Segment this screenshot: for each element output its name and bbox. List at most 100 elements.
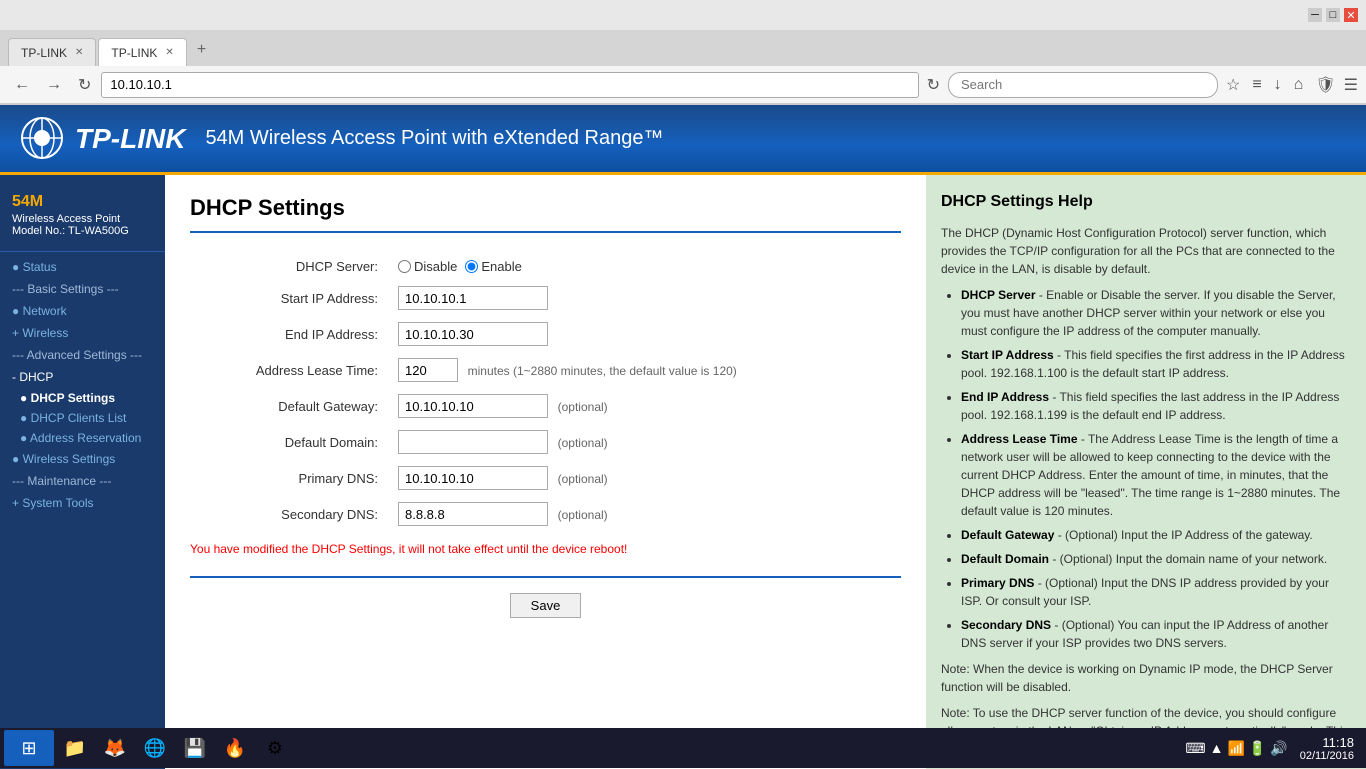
- sidebar-link-dhcp-settings[interactable]: ● DHCP Settings: [20, 391, 115, 405]
- sidebar-link-wireless-settings[interactable]: ● Wireless Settings: [12, 452, 115, 466]
- system-clock[interactable]: 11:18 02/11/2016: [1292, 735, 1362, 762]
- dhcp-enable-text: Enable: [481, 259, 521, 274]
- dhcp-disable-radio[interactable]: [398, 260, 411, 273]
- nav-bar: ← → ↻ ↻ ☆ ≡ ↓ ⌂ 🛡 ☰: [0, 66, 1366, 104]
- address-bar[interactable]: [101, 72, 918, 98]
- warning-message: You have modified the DHCP Settings, it …: [190, 542, 901, 556]
- window-controls: ─ □ ✕: [1308, 8, 1358, 22]
- firefox2-icon: 🔥: [224, 738, 246, 759]
- help-item-4: Default Gateway - (Optional) Input the I…: [961, 526, 1351, 544]
- help-intro: The DHCP (Dynamic Host Configuration Pro…: [941, 224, 1351, 278]
- bookmark-icon[interactable]: ☆: [1222, 73, 1244, 97]
- dhcp-enable-label[interactable]: Enable: [465, 259, 521, 274]
- help-item-1: Start IP Address - This field specifies …: [961, 346, 1351, 382]
- start-ip-field: [390, 280, 890, 316]
- domain-input[interactable]: [398, 430, 548, 454]
- primary-dns-field: (optional): [390, 460, 890, 496]
- dhcp-server-label: DHCP Server:: [190, 253, 390, 280]
- sidebar-sub-dhcp-clients[interactable]: ● DHCP Clients List: [0, 408, 165, 428]
- sidebar-section-basic: --- Basic Settings ---: [0, 278, 165, 300]
- refresh-icon[interactable]: ↻: [923, 73, 944, 97]
- section-divider: [190, 231, 901, 233]
- taskbar-explorer[interactable]: 📁: [56, 730, 94, 766]
- sidebar-link-dhcp-clients[interactable]: ● DHCP Clients List: [20, 411, 126, 425]
- tp-device-title: 54M Wireless Access Point with eXtended …: [205, 127, 663, 150]
- help-term-3: Address Lease Time: [961, 432, 1078, 446]
- content-area: DHCP Settings DHCP Server: Disable: [165, 175, 926, 769]
- sidebar-item-wireless-settings[interactable]: ● Wireless Settings: [0, 448, 165, 470]
- secondary-dns-row: Secondary DNS: (optional): [190, 496, 890, 532]
- taskbar-settings[interactable]: ⚙: [256, 730, 294, 766]
- sidebar-link-network[interactable]: ● Network: [12, 304, 67, 318]
- clock-date: 02/11/2016: [1300, 750, 1354, 762]
- back-button[interactable]: ←: [8, 74, 36, 96]
- start-ip-input[interactable]: [398, 286, 548, 310]
- help-term-1: Start IP Address: [961, 348, 1054, 362]
- help-desc-5: - (Optional) Input the domain name of yo…: [1049, 552, 1327, 566]
- sidebar-item-network[interactable]: ● Network: [0, 300, 165, 322]
- content-main: DHCP Settings DHCP Server: Disable: [165, 175, 926, 653]
- taskbar-chrome[interactable]: 🌐: [136, 730, 174, 766]
- download-icon[interactable]: ↓: [1270, 74, 1286, 96]
- forward-button[interactable]: →: [40, 74, 68, 96]
- close-button[interactable]: ✕: [1344, 8, 1358, 22]
- reader-icon[interactable]: ≡: [1248, 74, 1265, 96]
- end-ip-input[interactable]: [398, 322, 548, 346]
- domain-field: (optional): [390, 424, 890, 460]
- sidebar-section-maintenance: --- Maintenance ---: [0, 470, 165, 492]
- sidebar-item-system-tools[interactable]: + System Tools: [0, 492, 165, 514]
- primary-dns-row: Primary DNS: (optional): [190, 460, 890, 496]
- tray-icons: ⌨ ▲ 📶 🔋 🔊: [1185, 740, 1287, 757]
- tab-1[interactable]: TP-LINK ✕: [8, 38, 96, 66]
- tab-1-close[interactable]: ✕: [75, 47, 83, 58]
- network-tray-icon: 📶: [1227, 740, 1244, 757]
- dhcp-disable-label[interactable]: Disable: [398, 259, 457, 274]
- dhcp-enable-radio[interactable]: [465, 260, 478, 273]
- sidebar-link-wireless[interactable]: + Wireless: [12, 326, 68, 340]
- secondary-dns-input[interactable]: [398, 502, 548, 526]
- sidebar-sub-address-reservation[interactable]: ● Address Reservation: [0, 428, 165, 448]
- taskbar-firefox[interactable]: 🦊: [96, 730, 134, 766]
- sidebar-sub-dhcp-settings[interactable]: ● DHCP Settings: [0, 388, 165, 408]
- sidebar-link-system-tools[interactable]: + System Tools: [12, 496, 93, 510]
- gateway-input[interactable]: [398, 394, 548, 418]
- taskbar-firefox2[interactable]: 🔥: [216, 730, 254, 766]
- nav-icons: ☆ ≡ ↓ ⌂ 🛡 ☰: [1222, 73, 1358, 97]
- home-icon[interactable]: ⌂: [1290, 74, 1308, 96]
- sidebar-item-status[interactable]: ● Status: [0, 256, 165, 278]
- primary-dns-optional: (optional): [558, 472, 608, 486]
- chrome-icon: 🌐: [144, 738, 166, 759]
- sidebar-link-address-reservation[interactable]: ● Address Reservation: [20, 431, 141, 445]
- help-term-5: Default Domain: [961, 552, 1049, 566]
- explorer-icon: 📁: [64, 738, 86, 759]
- firefox-icon: 🦊: [104, 738, 126, 759]
- maximize-button[interactable]: □: [1326, 8, 1340, 22]
- volume-icon: 🔊: [1270, 740, 1287, 757]
- minimize-button[interactable]: ─: [1308, 8, 1322, 22]
- help-item-0: DHCP Server - Enable or Disable the serv…: [961, 286, 1351, 340]
- start-button[interactable]: ⊞: [4, 730, 54, 766]
- tp-logo: TP-LINK: [20, 116, 185, 161]
- menu-icon[interactable]: ☰: [1344, 75, 1358, 95]
- primary-dns-input[interactable]: [398, 466, 548, 490]
- reload-button[interactable]: ↻: [72, 73, 97, 97]
- start-ip-row: Start IP Address:: [190, 280, 890, 316]
- shield-icon[interactable]: 🛡: [1311, 73, 1339, 97]
- save-button[interactable]: Save: [510, 593, 582, 618]
- lease-time-input[interactable]: [398, 358, 458, 382]
- sidebar-link-dhcp[interactable]: - DHCP: [12, 370, 53, 384]
- tab-2[interactable]: TP-LINK ✕: [98, 38, 186, 66]
- sidebar-item-dhcp[interactable]: - DHCP: [0, 366, 165, 388]
- up-arrow-icon: ▲: [1210, 740, 1224, 756]
- sidebar-item-wireless[interactable]: + Wireless: [0, 322, 165, 344]
- help-title: DHCP Settings Help: [941, 190, 1351, 214]
- end-ip-field: [390, 316, 890, 352]
- sidebar-link-status[interactable]: ● Status: [12, 260, 57, 274]
- tab-2-close[interactable]: ✕: [165, 47, 173, 58]
- new-tab-button[interactable]: +: [189, 37, 214, 63]
- keyboard-icon: ⌨: [1185, 740, 1205, 757]
- sidebar-divider-1: [0, 251, 165, 252]
- taskbar-vmware[interactable]: 💾: [176, 730, 214, 766]
- search-input[interactable]: [948, 72, 1218, 98]
- help-item-7: Secondary DNS - (Optional) You can input…: [961, 616, 1351, 652]
